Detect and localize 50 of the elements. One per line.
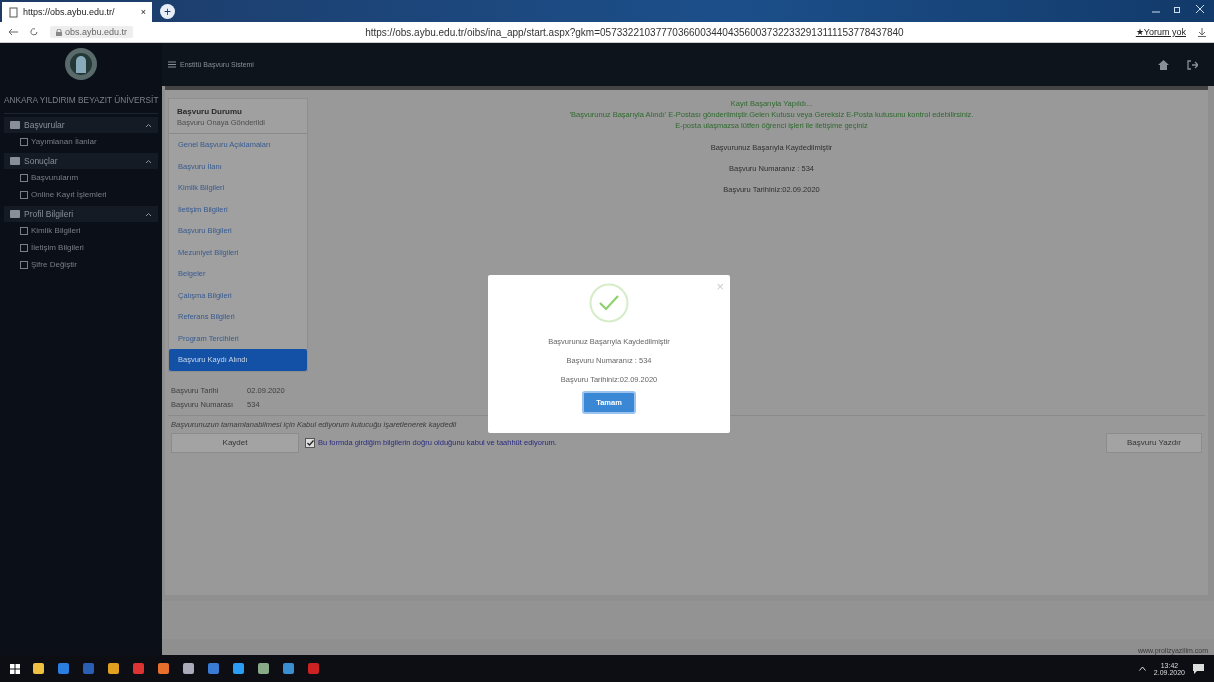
menu-icon[interactable]: [168, 61, 176, 68]
menu-item[interactable]: Online Kayıt İşlemleri: [0, 186, 162, 203]
app-icon[interactable]: [232, 662, 245, 675]
chevron-icon: [145, 122, 152, 128]
home-icon[interactable]: [1158, 59, 1169, 70]
new-tab-button[interactable]: +: [160, 4, 175, 19]
bookmark-link[interactable]: ★Yorum yok: [1135, 27, 1186, 37]
section-icon: [10, 210, 20, 218]
menu-item[interactable]: İletişim Bilgileri: [0, 239, 162, 256]
menu-item[interactable]: Kimlik Bilgileri: [0, 222, 162, 239]
windows-logo-icon[interactable]: [10, 663, 20, 674]
download-icon[interactable]: [1198, 27, 1206, 37]
university-name: ANKARA YILDIRIM BEYAZIT ÜNİVERSİT: [4, 81, 158, 114]
app-icon[interactable]: [107, 662, 120, 675]
menu-item[interactable]: Başvurularım: [0, 169, 162, 186]
browser-tab[interactable]: https://obs.aybu.edu.tr/ ×: [2, 2, 152, 22]
save-button[interactable]: Kaydet: [171, 432, 299, 453]
section-icon: [10, 121, 20, 129]
page-icon: [8, 6, 19, 18]
consent-checkbox[interactable]: [305, 437, 315, 448]
logout-icon[interactable]: [1187, 59, 1198, 70]
app-icon[interactable]: [157, 662, 170, 675]
notification-icon[interactable]: [1193, 663, 1204, 674]
app-icon[interactable]: [32, 662, 45, 675]
menu-section[interactable]: Profil Bilgileri: [4, 206, 158, 222]
close-icon[interactable]: [1196, 4, 1204, 13]
tab-close-button[interactable]: ×: [140, 7, 146, 17]
lock-icon: [56, 28, 62, 36]
section-icon: [10, 157, 20, 165]
app-icon[interactable]: [282, 662, 295, 675]
menu-item[interactable]: Şifre Değiştir: [0, 256, 162, 273]
url-text[interactable]: https://obs.aybu.edu.tr/oibs/ina_app/start.aspx?gkm=0573322103777036600344043560037322332913111153778437840: [145, 26, 1124, 38]
status-title: Başvuru Durumu: [177, 107, 243, 116]
app-icon[interactable]: [57, 662, 70, 675]
menu-section[interactable]: Sonuçlar: [4, 153, 158, 169]
site-address[interactable]: obs.aybu.edu.tr: [50, 26, 134, 38]
reload-icon[interactable]: [30, 28, 38, 36]
menu-section[interactable]: Başvurular: [4, 117, 158, 133]
app-icon[interactable]: [207, 662, 220, 675]
chevron-icon: [145, 158, 152, 164]
checkmark-icon: [589, 283, 629, 323]
university-logo-icon: [64, 47, 98, 81]
print-button[interactable]: Başvuru Yazdır: [1106, 432, 1202, 453]
app-icon[interactable]: [182, 662, 195, 675]
menu-item[interactable]: Yayımlanan İlanlar: [0, 133, 162, 150]
chevron-icon: [145, 211, 152, 217]
app-icon[interactable]: [257, 662, 270, 675]
caret-icon[interactable]: [1138, 666, 1146, 671]
back-icon[interactable]: [8, 28, 18, 36]
restore-icon[interactable]: [1174, 4, 1182, 13]
